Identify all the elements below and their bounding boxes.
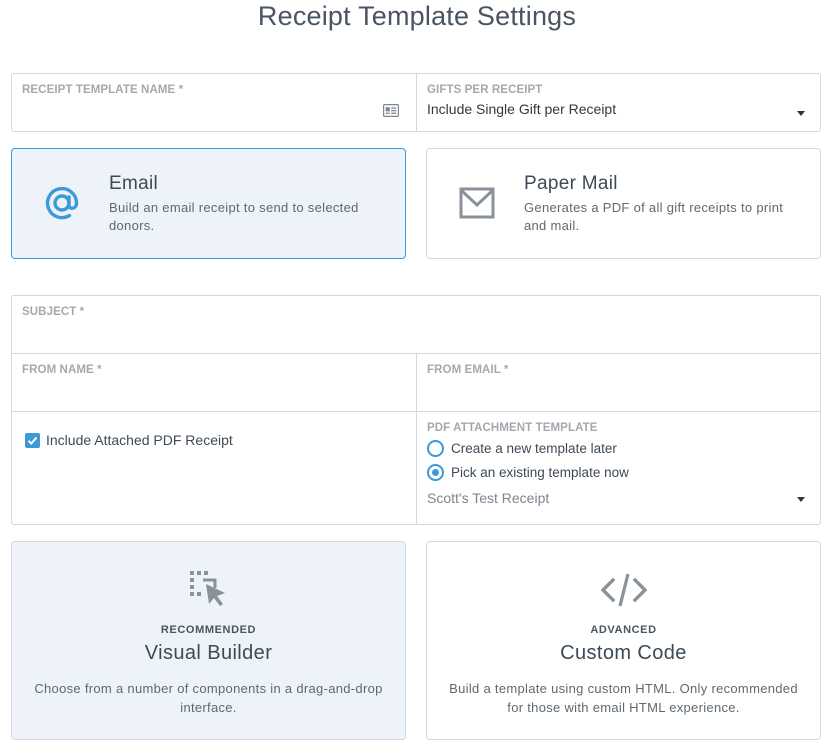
radio-option-create-later[interactable]: Create a new template later [427, 440, 617, 457]
custom-code-description: Build a template using custom HTML. Only… [449, 681, 798, 715]
caret-down-icon [797, 111, 805, 116]
visual-builder-description: Choose from a number of components in a … [34, 681, 383, 715]
radio-button[interactable] [427, 464, 444, 481]
include-pdf-checkbox[interactable] [25, 433, 40, 448]
email-card-title: Email [109, 173, 159, 194]
paper-mail-card-title: Paper Mail [524, 173, 618, 194]
from-name-field[interactable]: FROM NAME * [12, 354, 417, 411]
from-name-label: FROM NAME * [22, 364, 102, 376]
gifts-per-receipt-value: Include Single Gift per Receipt [427, 101, 617, 117]
from-email-field[interactable]: FROM EMAIL * [417, 354, 820, 411]
caret-down-icon [797, 497, 805, 502]
subject-label: SUBJECT * [22, 306, 85, 318]
visual-builder-title: Visual Builder [144, 642, 273, 664]
custom-code-title: Custom Code [560, 642, 687, 664]
template-settings-top-row: RECEIPT TEMPLATE NAME * GIFTS PER RECEIP… [11, 73, 821, 132]
pdf-template-select[interactable]: Scott's Test Receipt [427, 490, 549, 506]
template-name-label: RECEIPT TEMPLATE NAME * [22, 84, 184, 96]
pdf-template-label: PDF ATTACHMENT TEMPLATE [427, 422, 598, 434]
id-card-icon [383, 104, 399, 117]
code-icon [600, 573, 647, 607]
email-card-description: Build an email receipt to send to select… [109, 200, 359, 233]
include-pdf-label: Include Attached PDF Receipt [46, 432, 233, 448]
pdf-row: Include Attached PDF Receipt PDF ATTACHM… [12, 412, 820, 524]
gifts-per-receipt-label: GIFTS PER RECEIPT [427, 84, 543, 96]
from-email-label: FROM EMAIL * [427, 364, 509, 376]
include-pdf-cell: Include Attached PDF Receipt [12, 412, 417, 524]
paper-mail-channel-card[interactable]: Paper Mail Generates a PDF of all gift r… [426, 148, 821, 259]
envelope-icon [459, 187, 495, 219]
template-name-field[interactable]: RECEIPT TEMPLATE NAME * [12, 74, 417, 131]
radio-label: Create a new template later [451, 441, 617, 456]
email-channel-card[interactable]: Email Build an email receipt to send to … [11, 148, 406, 259]
radio-option-pick-existing[interactable]: Pick an existing template now [427, 464, 629, 481]
visual-builder-tag: RECOMMENDED [160, 624, 257, 636]
radio-button[interactable] [427, 440, 444, 457]
custom-code-tag: ADVANCED [590, 624, 657, 636]
subject-field[interactable]: SUBJECT * [12, 296, 820, 354]
pdf-template-cell: PDF ATTACHMENT TEMPLATE Create a new tem… [417, 412, 820, 524]
visual-builder-icon [189, 571, 225, 606]
at-sign-icon [45, 186, 79, 220]
checkmark-icon [27, 436, 38, 445]
gifts-per-receipt-select[interactable]: GIFTS PER RECEIPT Include Single Gift pe… [417, 74, 820, 131]
from-row: FROM NAME * FROM EMAIL * [12, 354, 820, 412]
email-settings-form: SUBJECT * FROM NAME * FROM EMAIL * Inclu… [11, 295, 821, 525]
page-title: Receipt Template Settings [257, 1, 577, 31]
visual-builder-card[interactable]: RECOMMENDED Visual Builder Choose from a… [11, 541, 406, 740]
paper-mail-card-description: Generates a PDF of all gift receipts to … [524, 200, 784, 233]
radio-label: Pick an existing template now [451, 465, 629, 480]
custom-code-card[interactable]: ADVANCED Custom Code Build a template us… [426, 541, 821, 740]
